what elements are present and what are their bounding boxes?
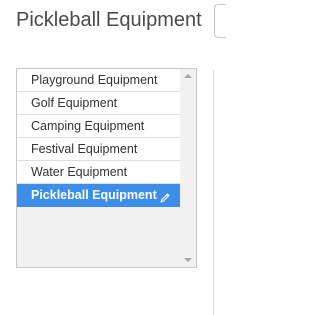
- scroll-up-arrow-icon[interactable]: [180, 69, 196, 83]
- list-item-label: Golf Equipment: [31, 96, 118, 110]
- list-scrollbar[interactable]: [180, 69, 196, 267]
- category-list: Playground Equipment Golf Equipment Camp…: [17, 69, 180, 267]
- category-listbox[interactable]: Playground Equipment Golf Equipment Camp…: [16, 68, 197, 268]
- page: Pickleball Equipment Playground Equipmen…: [0, 0, 226, 315]
- list-item-pickleball-equipment[interactable]: Pickleball Equipment: [17, 184, 180, 207]
- panel-divider: [213, 70, 214, 315]
- list-item-label: Pickleball Equipment: [31, 188, 157, 202]
- list-item-label: Festival Equipment: [31, 142, 138, 156]
- scroll-down-arrow-icon[interactable]: [180, 253, 196, 267]
- list-item-label: Playground Equipment: [31, 73, 158, 87]
- list-item-playground-equipment[interactable]: Playground Equipment: [17, 69, 180, 92]
- pencil-edit-icon[interactable]: [159, 189, 171, 203]
- list-item-label: Camping Equipment: [31, 119, 145, 133]
- list-item-water-equipment[interactable]: Water Equipment: [17, 161, 180, 184]
- list-item-golf-equipment[interactable]: Golf Equipment: [17, 92, 180, 115]
- list-item-label: Water Equipment: [31, 165, 128, 179]
- list-item-festival-equipment[interactable]: Festival Equipment: [17, 138, 180, 161]
- list-item-camping-equipment[interactable]: Camping Equipment: [17, 115, 180, 138]
- title-input[interactable]: [214, 4, 226, 38]
- page-title: Pickleball Equipment: [16, 9, 202, 31]
